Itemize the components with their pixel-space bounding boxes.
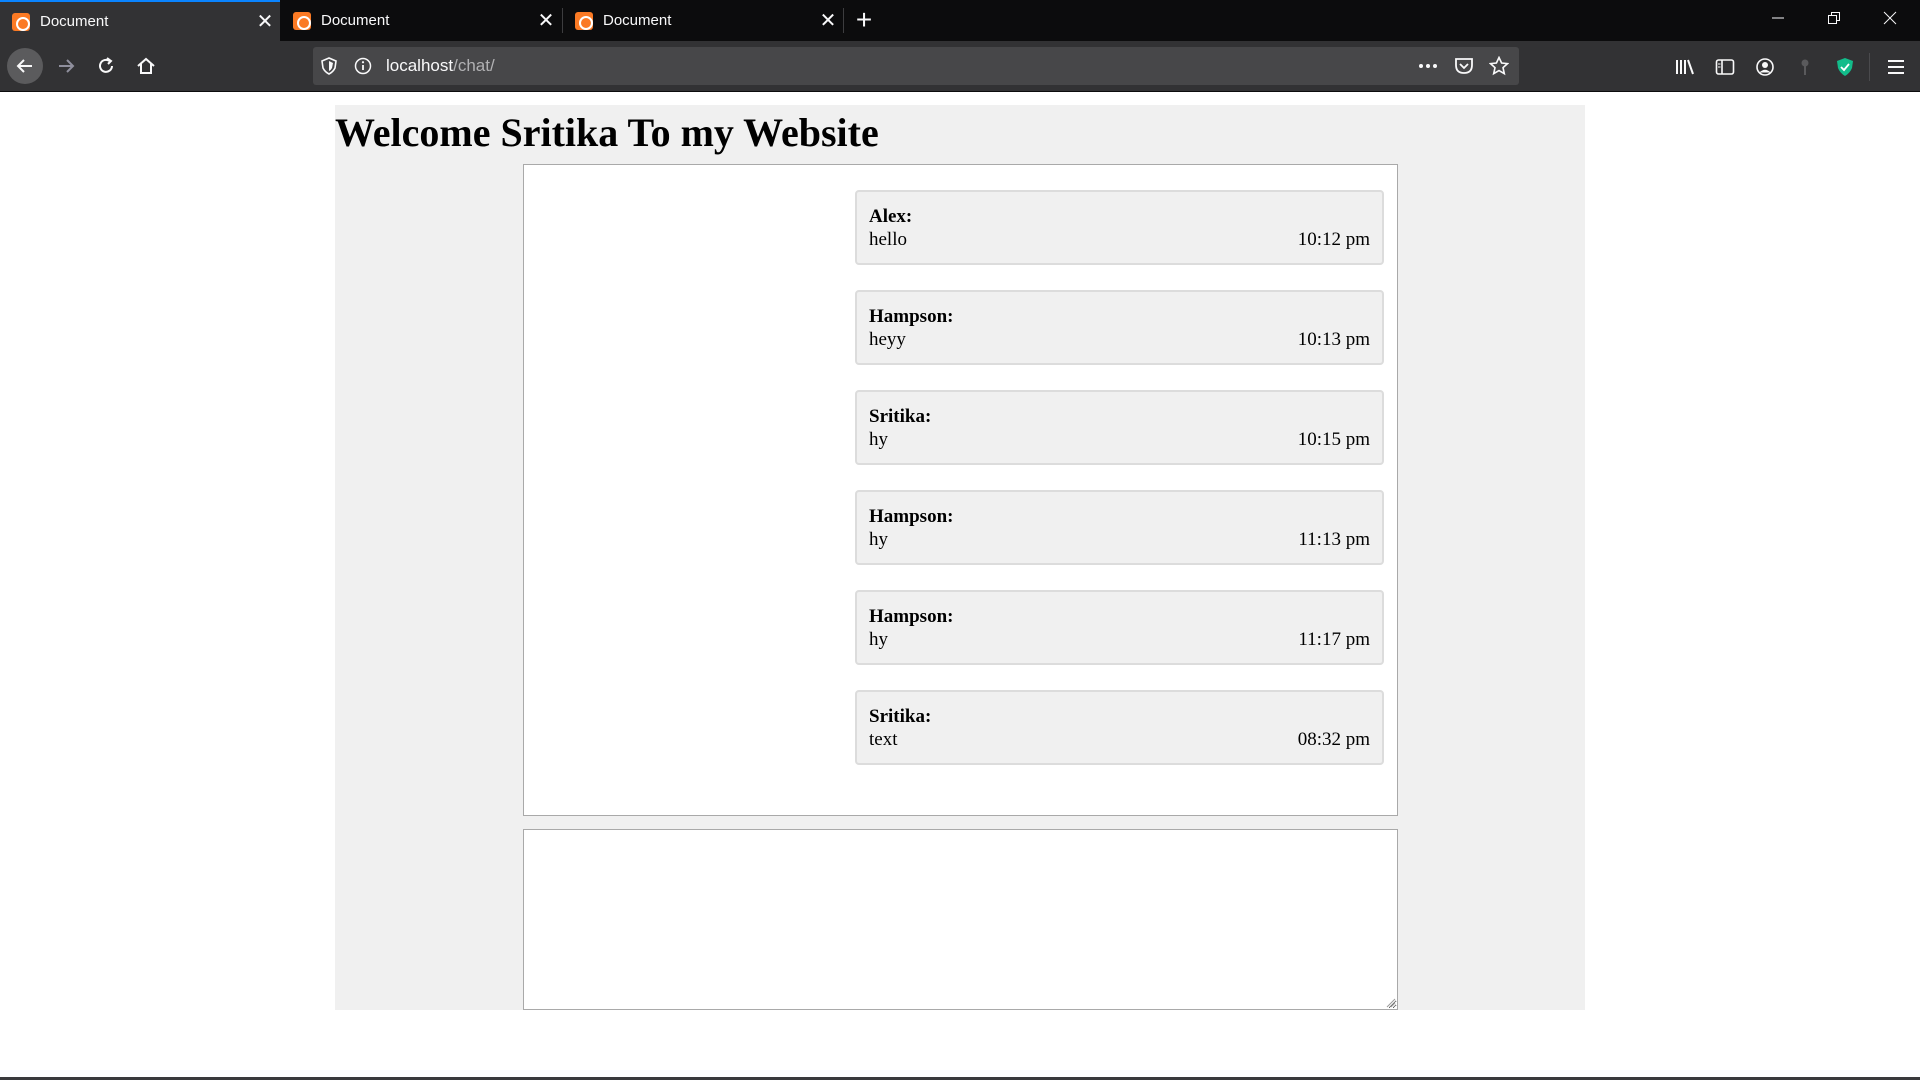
- message-sender: Hampson:: [869, 306, 954, 327]
- chat-message: Hampson: heyy 10:13 pm: [855, 290, 1384, 365]
- close-window-icon: [1883, 11, 1897, 25]
- message-input[interactable]: [523, 829, 1398, 1010]
- main-container: Welcome Sritika To my Website Alex: hell…: [335, 105, 1585, 1010]
- minimize-button[interactable]: [1750, 0, 1806, 41]
- account-icon: [1756, 58, 1774, 76]
- message-sender: Hampson:: [869, 606, 954, 627]
- message-text: hy: [869, 529, 888, 550]
- library-button[interactable]: [1671, 53, 1699, 81]
- close-tab-icon[interactable]: ✕: [813, 8, 843, 33]
- message-time: 10:13 pm: [1297, 329, 1370, 350]
- close-tab-icon[interactable]: ✕: [531, 8, 561, 33]
- reload-button[interactable]: [88, 48, 124, 84]
- message-sender: Sritika:: [869, 406, 932, 427]
- shield-icon: [321, 57, 337, 75]
- page-viewport: Welcome Sritika To my Website Alex: hell…: [0, 92, 1920, 1080]
- extension-icon: [1801, 59, 1809, 75]
- xampp-favicon-icon: [575, 11, 593, 30]
- pocket-icon: [1455, 58, 1473, 74]
- pocket-button[interactable]: [1454, 56, 1474, 76]
- restore-button[interactable]: [1806, 0, 1862, 41]
- xampp-favicon-icon: [12, 12, 30, 31]
- home-button[interactable]: [128, 48, 164, 84]
- close-window-button[interactable]: [1862, 0, 1918, 41]
- more-icon: [1419, 64, 1437, 68]
- navigation-toolbar: localhost/chat/: [0, 41, 1920, 92]
- chat-message: Alex: hello 10:12 pm: [855, 190, 1384, 265]
- message-text: hy: [869, 429, 888, 450]
- tab-title: Document: [603, 12, 672, 29]
- home-icon: [137, 57, 155, 74]
- menu-button[interactable]: [1882, 53, 1910, 81]
- tab-separator: [843, 8, 844, 33]
- menu-icon: [1888, 60, 1904, 74]
- toolbar-separator: [1869, 53, 1870, 81]
- message-sender: Sritika:: [869, 706, 932, 727]
- message-time: 11:13 pm: [1298, 529, 1370, 550]
- extension-button[interactable]: [1791, 53, 1819, 81]
- page-actions-button[interactable]: [1418, 56, 1438, 76]
- tab-strip: Document ✕ Document ✕ Document ✕ +: [0, 0, 1920, 41]
- address-bar[interactable]: localhost/chat/: [313, 47, 1519, 85]
- chat-message: Hampson: hy 11:13 pm: [855, 490, 1384, 565]
- account-button[interactable]: [1751, 53, 1779, 81]
- shield-check-icon: [1837, 58, 1853, 76]
- url-path: /chat/: [453, 56, 495, 75]
- tab-document-2[interactable]: Document ✕: [281, 0, 561, 41]
- security-extension-button[interactable]: [1831, 53, 1859, 81]
- tracking-shield-icon[interactable]: [319, 56, 339, 76]
- close-tab-icon[interactable]: ✕: [250, 9, 280, 34]
- restore-icon: [1828, 12, 1840, 24]
- forward-button[interactable]: [48, 48, 84, 84]
- tab-title: Document: [321, 12, 390, 29]
- message-time: 10:15 pm: [1297, 429, 1370, 450]
- back-button[interactable]: [7, 48, 43, 84]
- chat-messages-panel[interactable]: Alex: hello 10:12 pm Hampson: heyy 10:13…: [523, 164, 1398, 816]
- reload-icon: [99, 57, 113, 73]
- resize-grip-icon[interactable]: [1384, 996, 1396, 1008]
- bookmark-star-button[interactable]: [1489, 56, 1509, 76]
- message-sender: Alex:: [869, 206, 913, 227]
- message-sender: Hampson:: [869, 506, 954, 527]
- message-text: text: [869, 729, 898, 750]
- message-time: 08:32 pm: [1297, 729, 1370, 750]
- url-host: localhost: [386, 56, 454, 75]
- xampp-favicon-icon: [293, 11, 311, 30]
- back-arrow-icon: [16, 59, 32, 73]
- chat-message: Sritika: text 08:32 pm: [855, 690, 1384, 765]
- message-time: 11:17 pm: [1298, 629, 1370, 650]
- sidebar-toggle-button[interactable]: [1711, 53, 1739, 81]
- message-text: hy: [869, 629, 888, 650]
- chat-message: Hampson: hy 11:17 pm: [855, 590, 1384, 665]
- tab-title: Document: [40, 13, 109, 30]
- new-tab-button[interactable]: +: [852, 0, 876, 41]
- sidebar-icon: [1715, 59, 1735, 75]
- url-text[interactable]: localhost/chat/: [386, 56, 495, 76]
- info-icon: [354, 57, 372, 75]
- tab-document-3[interactable]: Document ✕: [563, 0, 843, 41]
- tab-document-1[interactable]: Document ✕: [0, 0, 280, 41]
- minimize-icon: [1772, 17, 1784, 19]
- forward-arrow-icon: [59, 59, 75, 73]
- site-info-icon[interactable]: [353, 56, 373, 76]
- chat-message: Sritika: hy 10:15 pm: [855, 390, 1384, 465]
- message-text: heyy: [869, 329, 906, 350]
- message-time: 10:12 pm: [1297, 229, 1370, 250]
- star-icon: [1489, 56, 1509, 76]
- message-text: hello: [869, 229, 907, 250]
- page-title: Welcome Sritika To my Website: [335, 110, 879, 155]
- library-icon: [1676, 59, 1694, 75]
